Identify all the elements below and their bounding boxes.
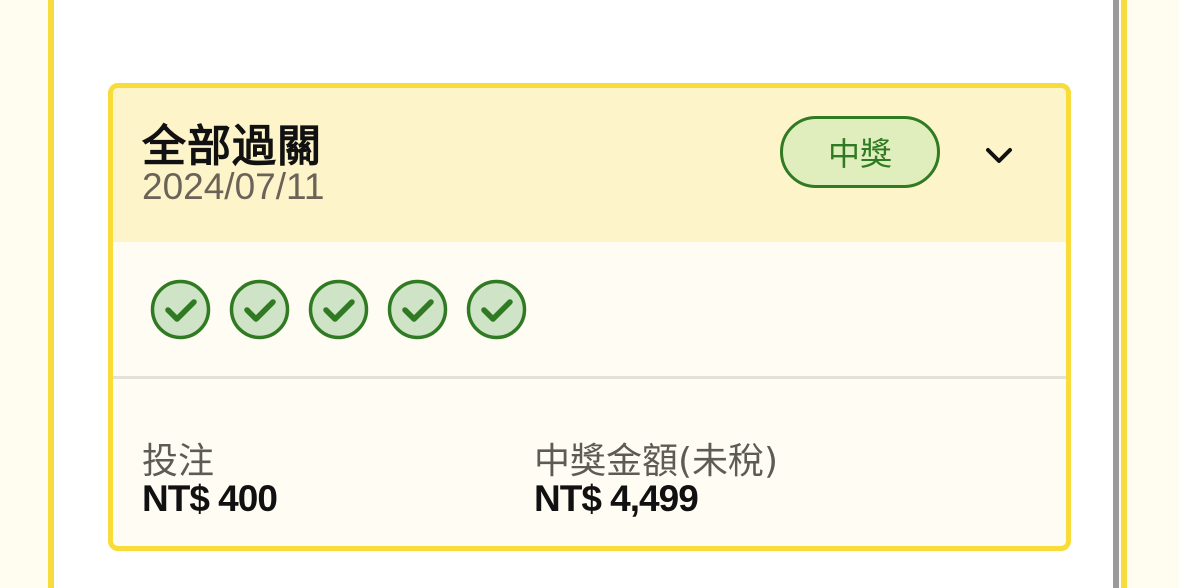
check-circle-icon (150, 279, 211, 340)
stake-label: 投注 (142, 441, 215, 482)
card-header[interactable]: 全部過關 2024/07/11 中獎 (113, 88, 1066, 242)
right-gutter (1127, 0, 1179, 588)
leg-results-row (150, 279, 527, 345)
bet-type-title: 全部過關 (142, 121, 322, 172)
stake-value: NT$ 400 (142, 478, 278, 519)
bet-date: 2024/07/11 (142, 166, 325, 207)
divider (113, 376, 1066, 379)
expand-button[interactable] (979, 136, 1019, 176)
check-circle-icon (229, 279, 290, 340)
win-status-badge: 中獎 (780, 116, 940, 188)
payout-value: NT$ 4,499 (534, 478, 699, 519)
check-circle-icon (308, 279, 369, 340)
check-circle-icon (387, 279, 448, 340)
payout-label: 中獎金額(未稅) (534, 441, 779, 482)
page: 全部過關 2024/07/11 中獎 投注 NT$ 400 中獎金額(未稅) N… (0, 0, 1179, 588)
scrollbar[interactable] (1113, 0, 1119, 588)
chevron-down-icon (986, 148, 1012, 163)
bet-record-card[interactable]: 全部過關 2024/07/11 中獎 投注 NT$ 400 中獎金額(未稅) N… (108, 83, 1071, 551)
check-circle-icon (466, 279, 527, 340)
